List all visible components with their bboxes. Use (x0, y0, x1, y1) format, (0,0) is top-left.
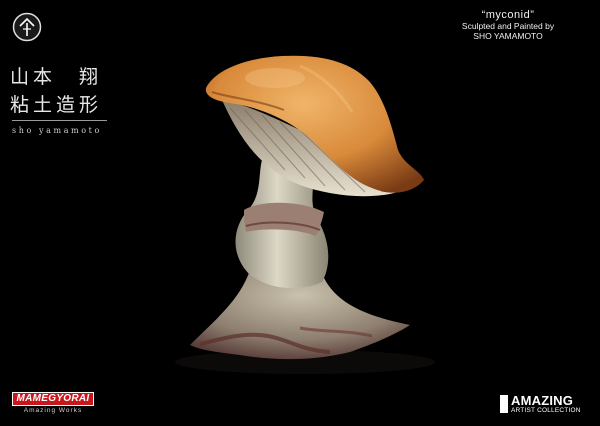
work-title: “myconid” (481, 9, 535, 21)
work-caption: “myconid” Sculpted and Painted by SHO YA… (428, 9, 588, 41)
artist-mark-icon (12, 12, 42, 42)
artist-name-romaji: sho yamamoto (12, 126, 102, 135)
amazing-wordmark: AMAZING (511, 393, 574, 408)
artist-collection-wordmark: ARTIST COLLECTION (511, 407, 581, 414)
amazing-artist-collection-logo: AMAZING ARTIST COLLECTION (500, 393, 592, 417)
poster: 山本 翔 粘土造形 sho yamamoto “myconid” Sculpte… (0, 0, 600, 426)
artist-name-jp: 山本 翔 (10, 66, 103, 88)
credit-line: Sculpted and Painted by (461, 21, 555, 31)
collection-tag-icon (500, 395, 508, 413)
artist-craft-jp: 粘土造形 (10, 94, 103, 116)
divider (12, 120, 107, 121)
credit-name: SHO YAMAMOTO (473, 31, 543, 41)
mamegyorai-logo: MAMEGYORAI Amazing Works (12, 392, 94, 416)
amazing-works-tagline: Amazing Works (23, 407, 83, 414)
mamegyorai-wordmark: MAMEGYORAI (12, 392, 94, 406)
